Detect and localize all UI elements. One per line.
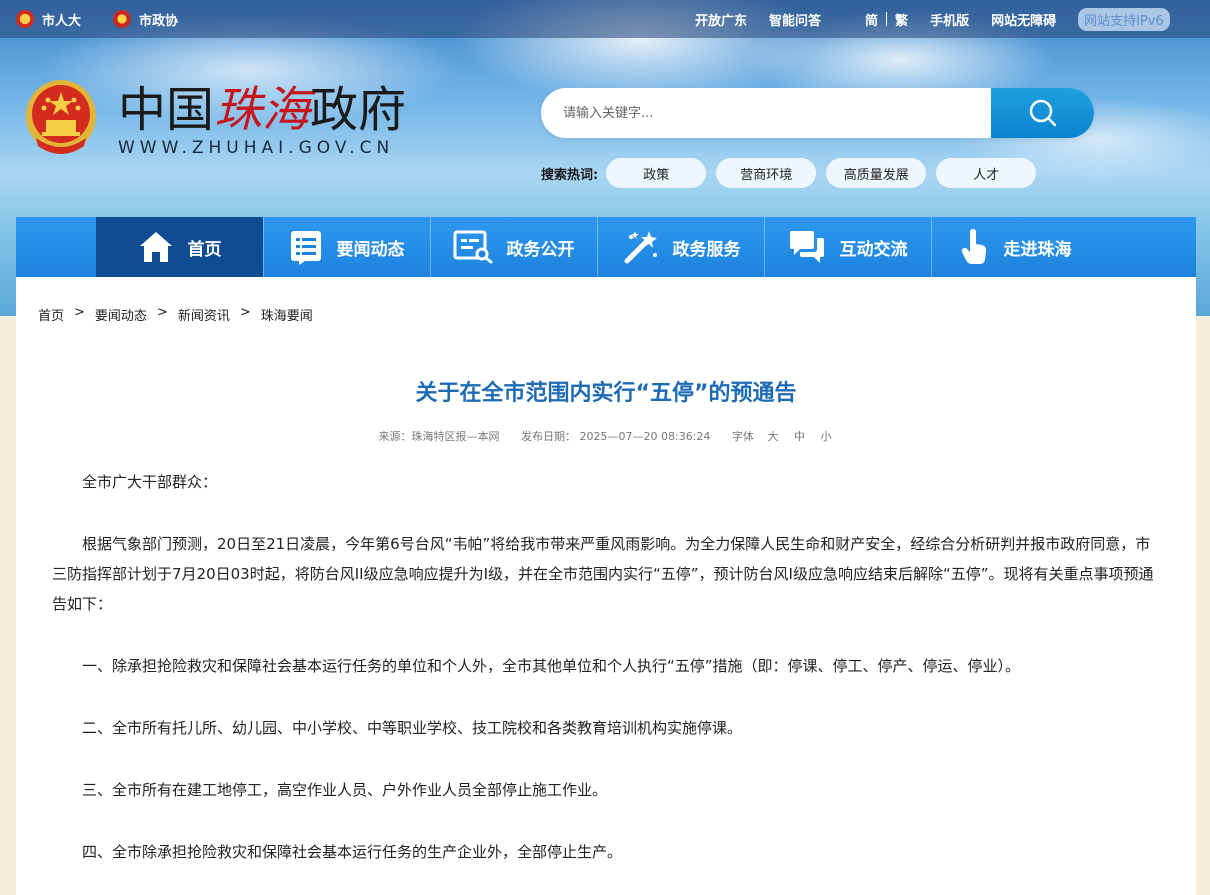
mobile-version-link[interactable]: 手机版 (930, 10, 969, 29)
cppcc-label: 市政协 (139, 13, 179, 29)
list-icon (290, 231, 321, 265)
magic-wand-icon (624, 231, 657, 264)
search-input[interactable] (541, 88, 991, 138)
npc-label: 市人大 (42, 13, 82, 29)
nav-label: 互动交流 (839, 239, 908, 260)
nav-item-home[interactable]: 首页 (96, 217, 263, 277)
font-size-small-button[interactable]: 小 (820, 430, 831, 443)
traditional-chinese-link[interactable]: 繁 (895, 10, 908, 29)
article-paragraph: 二、全市所有托儿所、幼儿园、中小学校、中等职业学校、技工院校和各类教育培训机构实… (82, 719, 743, 737)
article-paragraph: 全市广大干部群众： (82, 473, 218, 491)
nav-item-interaction[interactable]: 互动交流 (764, 217, 931, 277)
site-title: 中国珠海政府 (118, 80, 406, 140)
article-paragraph: 四、全市除承担抢险救灾和保障社会基本运行任务的生产企业外，全部停止生产。 (82, 843, 623, 861)
site-url: WWW.ZHUHAI.GOV.CN (118, 138, 395, 158)
nav-label: 首页 (187, 239, 222, 260)
search-icon (1029, 99, 1056, 127)
npc-link[interactable]: 市人大 (16, 10, 81, 29)
nav-item-government-affairs-disclosure[interactable]: 政务公开 (430, 217, 597, 277)
article-source: 来源：珠海特区报—本网 (378, 430, 500, 443)
chat-icon (789, 231, 824, 263)
simplified-chinese-link[interactable]: 简 (865, 10, 878, 29)
main-nav: 首页 要闻动态 政务公开 政务服务 互动交流 走进珠海 (16, 217, 1196, 277)
hot-search: 搜索热词: 政策 营商环境 高质量发展 人才 (541, 158, 1046, 188)
breadcrumb-separator: > (74, 305, 85, 320)
smart-qa-link[interactable]: 智能问答 (769, 10, 821, 29)
divider (886, 12, 888, 26)
open-guangdong-link[interactable]: 开放广东 (695, 10, 747, 29)
nav-item-news[interactable]: 要闻动态 (263, 217, 430, 277)
font-size-medium-button[interactable]: 中 (794, 430, 805, 443)
hot-search-label: 搜索热词: (541, 167, 599, 183)
nav-item-government-services[interactable]: 政务服务 (597, 217, 764, 277)
hot-tag-business-environment[interactable]: 营商环境 (716, 158, 817, 188)
pointer-hand-icon (961, 229, 986, 264)
search-button[interactable] (991, 88, 1094, 138)
hot-tag-talent[interactable]: 人才 (936, 158, 1037, 188)
breadcrumb-zhuhai-news[interactable]: 珠海要闻 (261, 305, 313, 324)
top-bar: 市人大 市政协 开放广东 智能问答 简 繁 手机版 网站无障碍 网站支持IPv6 (0, 0, 1210, 38)
ipv6-badge: 网站支持IPv6 (1078, 7, 1170, 31)
breadcrumb: 首页 > 要闻动态 > 新闻资讯 > 珠海要闻 (38, 305, 313, 324)
nav-label: 政务公开 (506, 239, 575, 260)
article-paragraph: 根据气象部门预测，20日至21日凌晨，今年第6号台风“韦帕”将给我市带来严重风雨… (52, 535, 1154, 613)
article-date: 发布日期： 2025—07—20 08:36:24 (521, 430, 711, 443)
home-icon (139, 232, 172, 262)
cppcc-link[interactable]: 市政协 (113, 10, 178, 29)
nav-label: 政务服务 (672, 239, 741, 260)
nav-label: 要闻动态 (336, 239, 405, 260)
national-emblem-icon (16, 10, 34, 28)
search-box (541, 88, 1094, 138)
article-body: 全市广大干部群众： 根据气象部门预测，20日至21日凌晨，今年第6号台风“韦帕”… (52, 467, 1160, 895)
nav-item-about-zhuhai[interactable]: 走进珠海 (931, 217, 1098, 277)
article-paragraph: 一、除承担抢险救灾和保障社会基本运行任务的单位和个人外，全市其他单位和个人执行“… (82, 657, 1021, 675)
hot-tag-policy[interactable]: 政策 (606, 158, 707, 188)
breadcrumb-separator: > (239, 305, 251, 320)
article-paragraph: 三、全市所有在建工地停工，高空作业人员、户外作业人员全部停止施工作业。 (82, 781, 608, 799)
font-size-large-button[interactable]: 大 (767, 430, 778, 443)
content-panel: 首页 > 要闻动态 > 新闻资讯 > 珠海要闻 关于在全市范围内实行“五停”的预… (16, 277, 1196, 895)
hot-tag-high-quality-development[interactable]: 高质量发展 (826, 158, 927, 188)
title-part-zhuhai: 珠海 (214, 82, 311, 138)
font-size-label: 字体 (731, 430, 754, 443)
accessibility-link[interactable]: 网站无障碍 (991, 10, 1056, 29)
breadcrumb-news[interactable]: 要闻动态 (95, 305, 147, 324)
document-search-icon (453, 230, 492, 264)
breadcrumb-home[interactable]: 首页 (38, 305, 64, 324)
title-part-government: 政府 (310, 82, 407, 138)
national-emblem-icon (26, 80, 96, 154)
article-title: 关于在全市范围内实行“五停”的预通告 (415, 381, 797, 406)
title-part-china: 中国 (118, 82, 215, 138)
nav-label: 走进珠海 (1003, 239, 1072, 260)
article-meta: 来源：珠海特区报—本网 发布日期： 2025—07—20 08:36:24 字体… (16, 428, 1196, 444)
breadcrumb-news-info[interactable]: 新闻资讯 (178, 305, 230, 324)
cppcc-emblem-icon (113, 10, 132, 28)
breadcrumb-separator: > (156, 305, 168, 320)
